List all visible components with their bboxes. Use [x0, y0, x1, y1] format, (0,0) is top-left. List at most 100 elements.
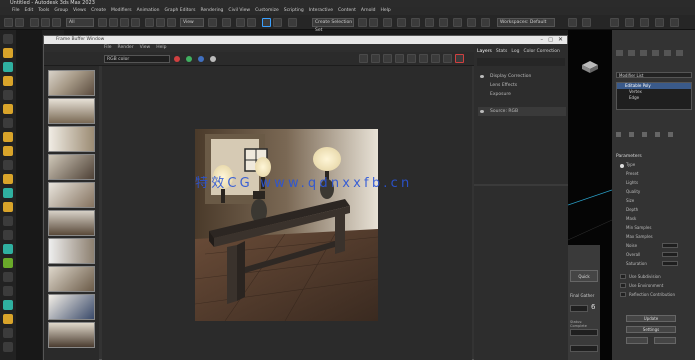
fb-menu-file[interactable]: File — [104, 44, 112, 52]
menu-help[interactable]: Help — [380, 7, 390, 15]
make-unique-icon[interactable] — [642, 132, 647, 137]
maximize-icon[interactable]: □ — [548, 36, 553, 44]
menu-file[interactable]: File — [12, 7, 20, 15]
layer-item[interactable]: Display Correction — [478, 72, 566, 81]
copy-image-icon[interactable] — [395, 54, 404, 63]
mesh-icon[interactable] — [3, 286, 13, 296]
material-library-icon[interactable] — [3, 342, 13, 352]
menu-modifiers[interactable]: Modifiers — [111, 7, 132, 15]
blue-channel-icon[interactable] — [198, 56, 204, 62]
select-by-name-icon[interactable] — [109, 18, 118, 27]
menu-edit[interactable]: Edit — [25, 7, 34, 15]
proxy-icon[interactable] — [3, 202, 13, 212]
render-production-icon[interactable] — [568, 18, 577, 27]
sky-icon[interactable] — [3, 160, 13, 170]
history-thumbnail[interactable] — [48, 98, 95, 124]
history-thumbnail[interactable] — [48, 266, 95, 292]
settings-button[interactable]: Settings — [626, 326, 676, 333]
cloth-icon[interactable] — [3, 272, 13, 282]
final-gather-spinner[interactable] — [570, 305, 588, 312]
terrain-icon[interactable] — [3, 244, 13, 254]
history-thumbnail[interactable] — [48, 294, 95, 320]
tree-icon[interactable] — [3, 258, 13, 268]
pin-stack-icon[interactable] — [616, 132, 621, 137]
layer-item[interactable]: Source: RGB — [478, 107, 566, 116]
status-field[interactable] — [570, 329, 598, 336]
eye-icon[interactable] — [480, 75, 484, 78]
update-button[interactable]: Update — [626, 315, 676, 322]
window-crossing-icon[interactable] — [131, 18, 140, 27]
history-thumbnail[interactable] — [48, 210, 95, 236]
region-render-icon[interactable] — [359, 54, 368, 63]
menu-views[interactable]: Views — [73, 7, 86, 15]
menu-interactive[interactable]: Interactive — [309, 7, 333, 15]
plane-icon[interactable] — [3, 188, 13, 198]
render-icon[interactable] — [455, 54, 464, 63]
sun-icon[interactable] — [3, 146, 13, 156]
menu-create[interactable]: Create — [91, 7, 106, 15]
green-channel-icon[interactable] — [186, 56, 192, 62]
parameters-rollout-title[interactable]: Parameters — [616, 154, 642, 159]
save-image-icon[interactable] — [383, 54, 392, 63]
help-icon[interactable] — [655, 18, 664, 27]
particle-icon[interactable] — [3, 300, 13, 310]
workspaces-icon[interactable] — [625, 18, 634, 27]
toggle-layer-explorer-icon[interactable] — [397, 18, 406, 27]
tab-stats[interactable]: Stats — [496, 48, 508, 56]
render-iterative-icon[interactable] — [582, 18, 591, 27]
reflection-contribution-checkbox[interactable] — [620, 292, 626, 297]
fur-icon[interactable] — [3, 216, 13, 226]
modify-tab-icon[interactable] — [628, 50, 635, 56]
rectangle-selection-icon[interactable] — [120, 18, 129, 27]
fb-menu-view[interactable]: View — [140, 44, 151, 52]
percent-snap-icon[interactable] — [262, 18, 271, 27]
fb-menu-render[interactable]: Render — [118, 44, 134, 52]
track-mouse-icon[interactable] — [371, 54, 380, 63]
clone-window-icon[interactable] — [407, 54, 416, 63]
selection-filter-dropdown[interactable]: All — [66, 18, 94, 27]
space-warp-icon[interactable] — [3, 118, 13, 128]
pivot-center-icon[interactable] — [208, 18, 217, 27]
history-thumbnail[interactable] — [48, 182, 95, 208]
named-selection-dropdown[interactable]: Create Selection Set — [312, 18, 354, 33]
create-tab-icon[interactable] — [616, 50, 623, 56]
configure-sets-icon[interactable] — [668, 132, 673, 137]
print-icon[interactable] — [419, 54, 428, 63]
display-tab-icon[interactable] — [664, 50, 671, 56]
saturation-spinner[interactable] — [662, 261, 678, 266]
menu-civil-view[interactable]: Civil View — [228, 7, 250, 15]
snaps-toggle-icon[interactable] — [236, 18, 245, 27]
menu-group[interactable]: Group — [54, 7, 68, 15]
utilities-tab-icon[interactable] — [676, 50, 683, 56]
stop-render-icon[interactable] — [443, 54, 452, 63]
alpha-channel-icon[interactable] — [210, 56, 216, 62]
menu-animation[interactable]: Animation — [137, 7, 160, 15]
menu-customize[interactable]: Customize — [255, 7, 279, 15]
overall-spinner[interactable] — [662, 252, 678, 257]
layer-item[interactable]: Exposure — [478, 90, 566, 99]
rendered-frame-window-icon[interactable] — [481, 18, 490, 27]
systems-icon[interactable] — [3, 132, 13, 142]
noise-spinner[interactable] — [662, 243, 678, 248]
redo-icon[interactable] — [15, 18, 24, 27]
status-field[interactable] — [570, 345, 598, 352]
red-channel-icon[interactable] — [174, 56, 180, 62]
mirror-icon[interactable] — [358, 18, 367, 27]
eye-icon[interactable] — [480, 110, 484, 113]
omni-icon[interactable] — [3, 174, 13, 184]
history-thumbnail[interactable] — [48, 126, 95, 152]
curve-editor-icon[interactable] — [425, 18, 434, 27]
shape-icon[interactable] — [3, 76, 13, 86]
close-icon[interactable]: ✕ — [558, 36, 563, 44]
radio-button[interactable] — [620, 164, 624, 168]
viewcube-icon[interactable] — [580, 60, 600, 74]
history-thumbnail[interactable] — [48, 238, 95, 264]
sign-in-icon[interactable] — [610, 18, 619, 27]
camera-icon[interactable] — [3, 90, 13, 100]
spinner-snap-icon[interactable] — [273, 18, 282, 27]
render-setup-icon[interactable] — [467, 18, 476, 27]
link-icon[interactable] — [30, 18, 39, 27]
stack-item[interactable]: Edge — [617, 95, 691, 101]
menu-arnold[interactable]: Arnold — [361, 7, 376, 15]
channel-dropdown[interactable]: RGB color — [104, 55, 170, 63]
